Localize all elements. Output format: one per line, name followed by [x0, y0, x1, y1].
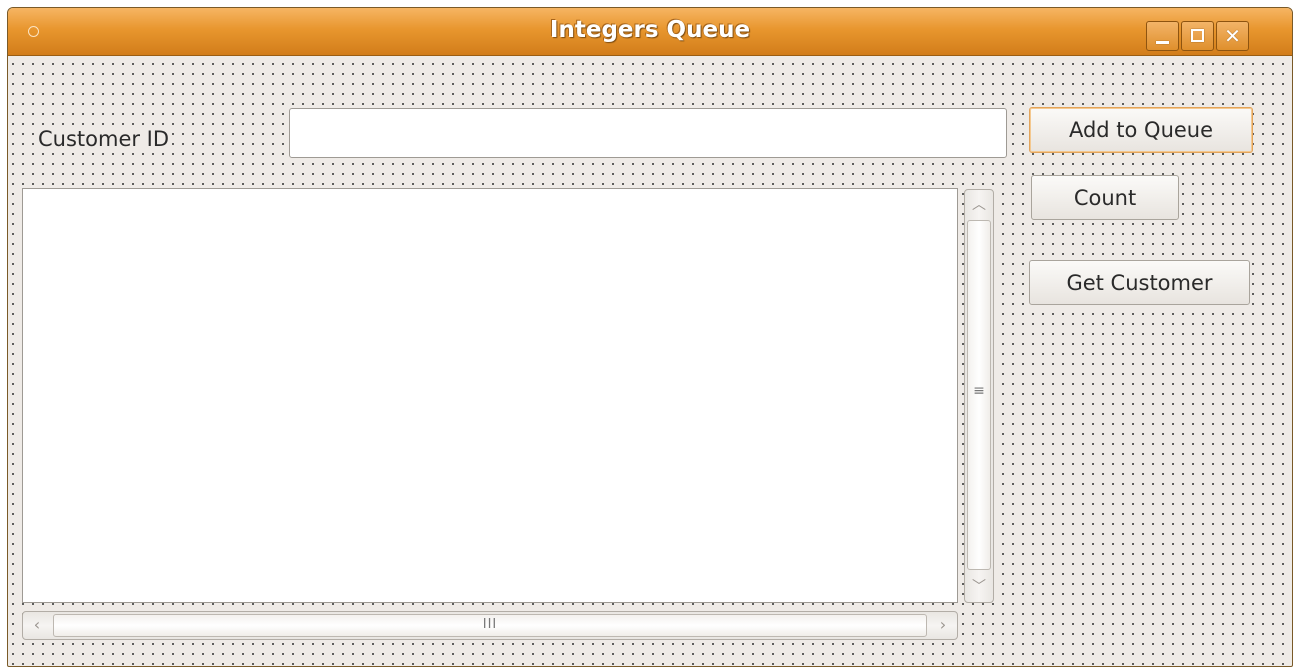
close-button[interactable]: ✕: [1216, 21, 1249, 51]
close-icon: ✕: [1224, 24, 1241, 48]
horizontal-scrollbar[interactable]: ‹ III ›: [22, 611, 958, 640]
customer-id-label: Customer ID: [35, 127, 173, 151]
scroll-left-icon[interactable]: ‹: [25, 614, 49, 638]
horizontal-scroll-thumb[interactable]: III: [53, 614, 927, 637]
main-window: Integers Queue ✕ Customer ID Add to Queu…: [7, 7, 1293, 667]
vertical-scroll-thumb[interactable]: ≡: [967, 220, 991, 570]
count-button[interactable]: Count: [1031, 175, 1179, 220]
minimize-button[interactable]: [1146, 21, 1179, 51]
minimize-icon: [1156, 41, 1169, 44]
add-to-queue-button[interactable]: Add to Queue: [1029, 107, 1253, 153]
scroll-up-icon[interactable]: ︿: [967, 193, 991, 217]
maximize-icon: [1191, 29, 1204, 42]
queue-listbox[interactable]: [22, 188, 958, 603]
vertical-scrollbar[interactable]: ︿ ≡ ﹀: [964, 189, 994, 603]
scroll-right-icon[interactable]: ›: [931, 614, 955, 638]
window-title: Integers Queue: [549, 17, 751, 43]
maximize-button[interactable]: [1181, 21, 1214, 51]
get-customer-button[interactable]: Get Customer: [1029, 260, 1250, 305]
grip-icon: III: [482, 617, 498, 632]
scroll-down-icon[interactable]: ﹀: [967, 575, 991, 599]
title-bar[interactable]: Integers Queue ✕: [8, 8, 1292, 56]
customer-id-input[interactable]: [289, 108, 1007, 158]
grip-icon: ≡: [973, 383, 985, 399]
